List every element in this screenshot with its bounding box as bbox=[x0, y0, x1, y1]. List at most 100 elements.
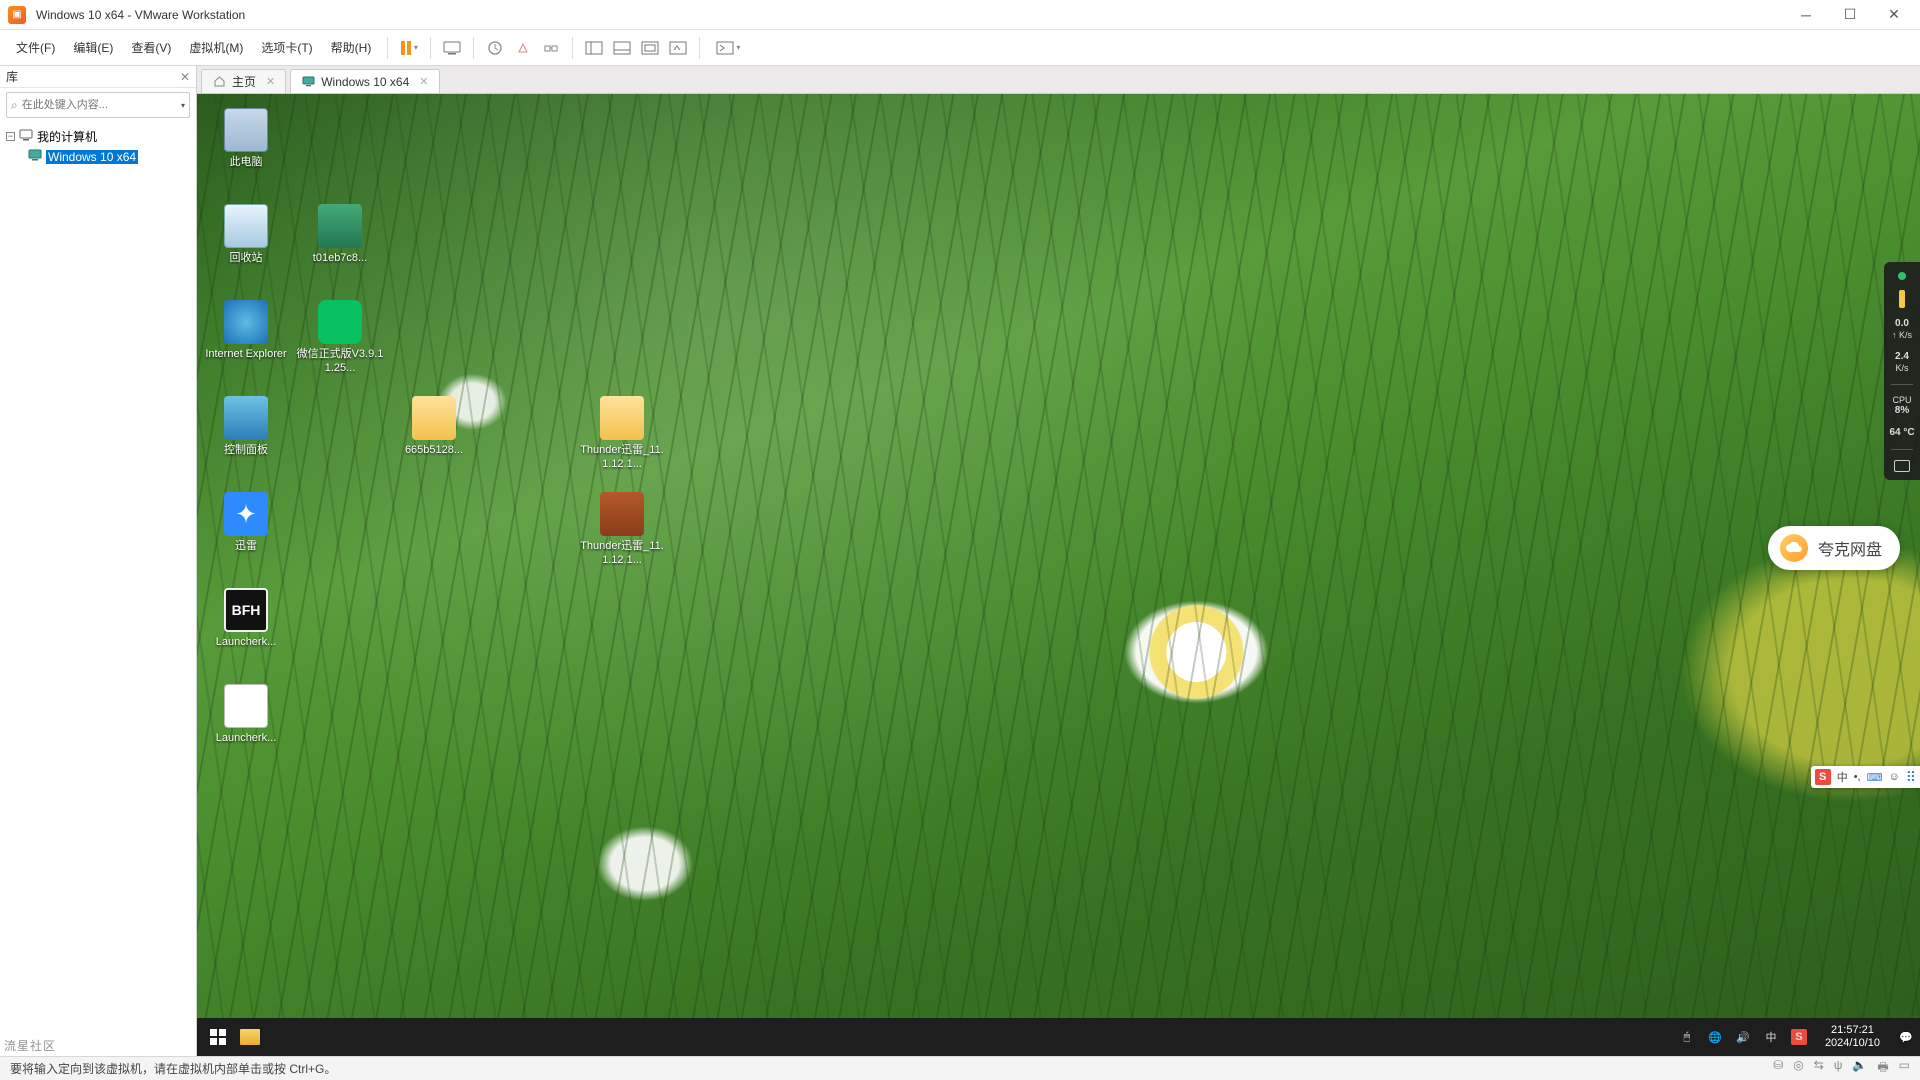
start-button[interactable] bbox=[203, 1022, 233, 1052]
icon-label: Launcherk... bbox=[216, 636, 277, 650]
search-dropdown-button[interactable]: ▾ bbox=[181, 101, 185, 110]
file-icon bbox=[224, 684, 268, 728]
menu-file[interactable]: 文件(F) bbox=[8, 35, 63, 60]
tab-label: 主页 bbox=[232, 73, 256, 90]
ime-lang-label[interactable]: 中 bbox=[1837, 769, 1848, 785]
tab-home[interactable]: 主页 ✕ bbox=[201, 69, 286, 93]
stretch-guest-button[interactable]: ▾ bbox=[708, 35, 748, 61]
tray-device-icon[interactable]: 🖱 bbox=[1679, 1029, 1695, 1045]
tree-node-my-computer[interactable]: − 我的计算机 bbox=[2, 126, 194, 147]
desktop-icon-wechat[interactable]: 微信正式版V3.9.11.25... bbox=[295, 300, 385, 376]
desktop-icon-control-panel[interactable]: 控制面板 bbox=[201, 396, 291, 458]
desktop-icon-launcherk[interactable]: Launcherk... bbox=[201, 684, 291, 746]
status-cd-icon[interactable]: ◎ bbox=[1793, 1058, 1803, 1079]
menu-edit[interactable]: 编辑(E) bbox=[65, 35, 121, 60]
app-body: 库 ✕ ⌕ ▾ − 我的计算机 Windows 10 x64 主页 bbox=[0, 66, 1920, 1056]
search-icon: ⌕ bbox=[11, 98, 18, 113]
library-close-button[interactable]: ✕ bbox=[180, 70, 190, 84]
screenshot-icon[interactable] bbox=[1894, 460, 1910, 472]
ime-keyboard-icon[interactable]: ⌨ bbox=[1867, 771, 1883, 784]
manage-snapshot-button[interactable] bbox=[538, 35, 564, 61]
unity-button[interactable] bbox=[665, 35, 691, 61]
app-icon: ▣ bbox=[8, 6, 26, 24]
desktop-icon-xunlei[interactable]: ✦ 迅雷 bbox=[201, 492, 291, 554]
tab-label: Windows 10 x64 bbox=[321, 75, 409, 89]
chevron-down-icon[interactable]: ▾ bbox=[414, 43, 418, 52]
tree-collapse-icon[interactable]: − bbox=[6, 132, 15, 141]
guest-desktop[interactable]: 此电脑 回收站 t01eb7c8... Internet Explorer 微信… bbox=[197, 94, 1920, 1056]
status-device-icons: ⛁ ◎ ⇆ ψ 🔈 🖶 ▭ bbox=[1773, 1058, 1910, 1079]
icon-label: 665b5128... bbox=[405, 444, 463, 458]
desktop-icon-image-thumb[interactable]: t01eb7c8... bbox=[295, 204, 385, 266]
icon-label: 迅雷 bbox=[235, 540, 257, 554]
library-search[interactable]: ⌕ ▾ bbox=[6, 92, 190, 118]
desktop-icon-thunder-installer[interactable]: Thunder迅雷_11.1.12.1... bbox=[577, 396, 667, 472]
icon-label: Thunder迅雷_11.1.12.1... bbox=[577, 444, 667, 472]
show-library-button[interactable] bbox=[581, 35, 607, 61]
fullscreen-button[interactable] bbox=[637, 35, 663, 61]
computer-icon bbox=[19, 129, 33, 144]
sogou-icon[interactable]: S bbox=[1815, 769, 1831, 785]
search-input[interactable] bbox=[22, 99, 177, 111]
status-printer-icon[interactable]: 🖶 bbox=[1877, 1058, 1888, 1079]
ie-icon bbox=[224, 300, 268, 344]
status-hdd-icon[interactable]: ⛁ bbox=[1773, 1058, 1783, 1079]
close-button[interactable]: ✕ bbox=[1884, 5, 1904, 25]
separator bbox=[1891, 449, 1913, 450]
icon-label: Thunder迅雷_11.1.12.1... bbox=[577, 540, 667, 568]
image-thumbnail-icon bbox=[318, 204, 362, 248]
tab-vm[interactable]: Windows 10 x64 ✕ bbox=[290, 69, 439, 93]
tray-lang-label[interactable]: 中 bbox=[1763, 1029, 1779, 1045]
icon-label: t01eb7c8... bbox=[313, 252, 367, 266]
desktop-icon-thunder-rar[interactable]: Thunder迅雷_11.1.12.1... bbox=[577, 492, 667, 568]
separator bbox=[1891, 384, 1913, 385]
performance-widget[interactable]: 0.0↑ K/s 2.4K/s CPU8% 64 °C bbox=[1884, 262, 1920, 480]
folder-icon bbox=[240, 1029, 260, 1045]
ime-menu-icon[interactable]: ⠿ bbox=[1906, 769, 1916, 786]
status-usb-icon[interactable]: ψ bbox=[1834, 1058, 1843, 1079]
menu-tabs[interactable]: 选项卡(T) bbox=[253, 35, 320, 60]
menu-view[interactable]: 查看(V) bbox=[123, 35, 179, 60]
desktop-icon-this-pc[interactable]: 此电脑 bbox=[201, 108, 291, 170]
desktop-icon-bfh[interactable]: BFH Launcherk... bbox=[201, 588, 291, 650]
action-center-button[interactable]: 💬 bbox=[1898, 1029, 1914, 1045]
desktop-icon-folder[interactable]: 665b5128... bbox=[389, 396, 479, 458]
menu-vm[interactable]: 虚拟机(M) bbox=[181, 35, 251, 60]
pause-vm-button[interactable]: ▾ bbox=[396, 35, 422, 61]
ime-emoji-icon[interactable]: ☺ bbox=[1889, 771, 1900, 783]
tray-network-icon[interactable]: 🌐 bbox=[1707, 1029, 1723, 1045]
menu-toolbar: 文件(F) 编辑(E) 查看(V) 虚拟机(M) 选项卡(T) 帮助(H) ▾ … bbox=[0, 30, 1920, 66]
taskbar-clock[interactable]: 21:57:21 2024/10/10 bbox=[1819, 1024, 1886, 1050]
tray-sogou-icon[interactable]: S bbox=[1791, 1029, 1807, 1045]
status-sound-icon[interactable]: 🔈 bbox=[1852, 1058, 1867, 1079]
tab-close-button[interactable]: ✕ bbox=[266, 75, 275, 88]
menu-help[interactable]: 帮助(H) bbox=[323, 35, 380, 60]
pause-icon bbox=[401, 41, 411, 55]
minimize-button[interactable]: ─ bbox=[1796, 5, 1816, 25]
separator bbox=[572, 37, 573, 59]
status-hint: 要将输入定向到该虚拟机，请在虚拟机内部单击或按 Ctrl+G。 bbox=[10, 1060, 336, 1077]
snapshot-button[interactable] bbox=[482, 35, 508, 61]
thumbnail-view-button[interactable] bbox=[609, 35, 635, 61]
tree-node-vm[interactable]: Windows 10 x64 bbox=[24, 147, 194, 166]
installer-icon bbox=[600, 396, 644, 440]
ime-punct-icon[interactable]: •, bbox=[1854, 771, 1861, 783]
ime-toolbar[interactable]: S 中 •, ⌨ ☺ ⠿ bbox=[1811, 766, 1920, 788]
file-explorer-button[interactable] bbox=[233, 1022, 267, 1052]
icon-label: 此电脑 bbox=[230, 156, 263, 170]
status-net-icon[interactable]: ⇆ bbox=[1814, 1058, 1824, 1079]
maximize-button[interactable]: ☐ bbox=[1840, 5, 1860, 25]
status-display-icon[interactable]: ▭ bbox=[1899, 1058, 1910, 1079]
quark-cloud-button[interactable]: 夸克网盘 bbox=[1768, 526, 1900, 570]
tray-volume-icon[interactable]: 🔊 bbox=[1735, 1029, 1751, 1045]
send-ctrl-alt-del-button[interactable] bbox=[439, 35, 465, 61]
vm-area: 主页 ✕ Windows 10 x64 ✕ 此电脑 回收站 bbox=[197, 66, 1920, 1056]
revert-snapshot-button[interactable] bbox=[510, 35, 536, 61]
library-header: 库 ✕ bbox=[0, 66, 196, 88]
icon-label: 微信正式版V3.9.11.25... bbox=[295, 348, 385, 376]
tab-close-button[interactable]: ✕ bbox=[419, 75, 428, 88]
desktop-icon-recycle-bin[interactable]: 回收站 bbox=[201, 204, 291, 266]
desktop-icon-ie[interactable]: Internet Explorer bbox=[201, 300, 291, 362]
folder-icon bbox=[412, 396, 456, 440]
icon-label: 控制面板 bbox=[224, 444, 268, 458]
